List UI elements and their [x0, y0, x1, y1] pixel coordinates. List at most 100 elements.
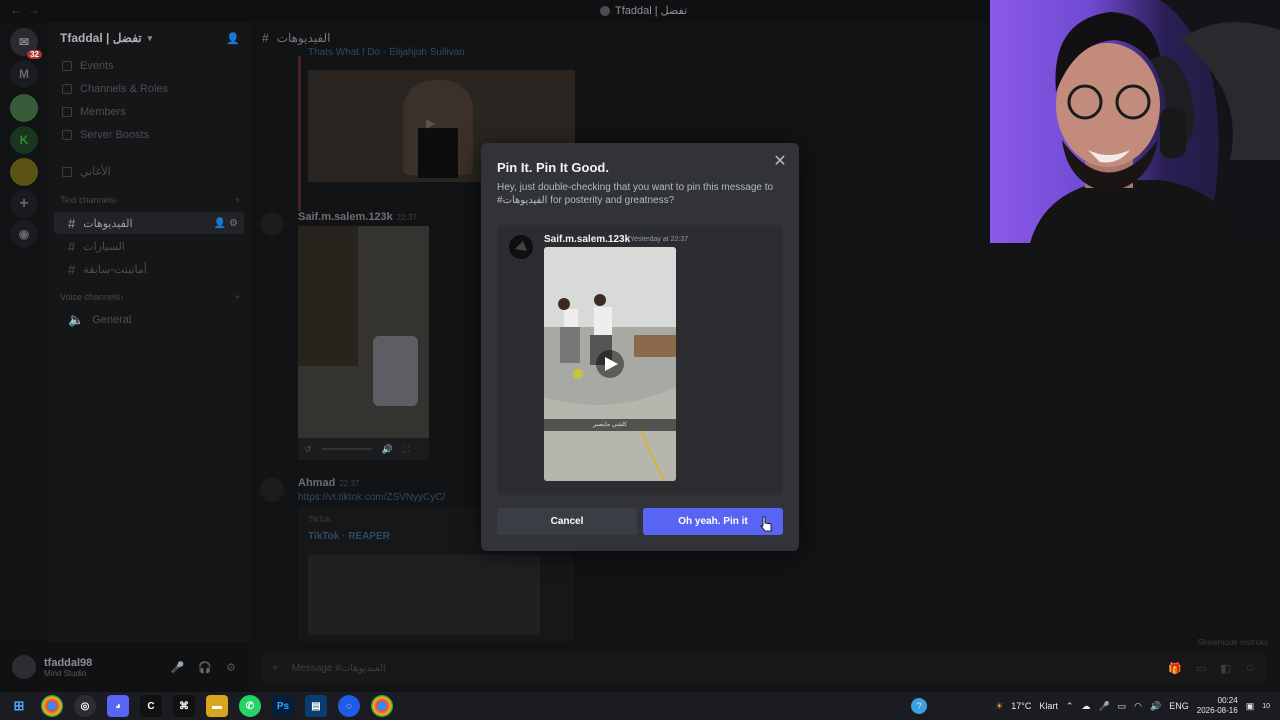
server-icon	[600, 5, 610, 16]
channel-wishes[interactable]: # أمانيتت-سابقة	[54, 258, 244, 280]
sticker-icon[interactable]: ◧	[1220, 662, 1230, 675]
channel-icon	[62, 166, 72, 177]
gear-icon[interactable]: ⚙	[226, 661, 236, 674]
streamer-image	[1030, 0, 1280, 243]
add-attachment-icon[interactable]: +	[272, 663, 278, 674]
chevron-down-icon: ▾	[147, 32, 153, 43]
help-icon[interactable]: ?	[911, 698, 928, 714]
preview-author: Saif.m.salem.123k	[544, 234, 631, 245]
channel-videos[interactable]: # الفيديوهات 👤 ⚙	[54, 212, 244, 234]
cancel-button[interactable]: Cancel	[497, 508, 637, 535]
window-title-text: Tfaddal | تفضل	[615, 5, 688, 17]
gif-icon[interactable]: ▭	[1196, 662, 1206, 675]
server-m-icon[interactable]: M	[10, 60, 38, 88]
discord-icon[interactable]: ◕	[107, 695, 129, 717]
avatar[interactable]	[12, 655, 36, 679]
replay-icon[interactable]: ↺	[304, 444, 312, 455]
chrome-profile-icon[interactable]	[371, 695, 393, 717]
sidebar-item-channels-roles[interactable]: Channels & Roles	[48, 77, 250, 100]
tiktok-link[interactable]: https://vt.tiktok.com/ZSVNyyCyC/	[298, 492, 445, 503]
dialog-description: Hey, just double-checking that you want …	[497, 182, 774, 206]
headphones-icon[interactable]: 🎧	[198, 661, 212, 674]
notifications-icon[interactable]: ▣	[1246, 701, 1255, 712]
volume-icon[interactable]: 🔊	[382, 444, 393, 455]
username: tfaddal98	[44, 656, 93, 669]
avatar[interactable]	[260, 212, 284, 236]
add-server-icon[interactable]: +	[10, 190, 38, 218]
embed-link[interactable]: Thats What I Do - Elijahjoh Sullivan	[308, 47, 465, 58]
gift-icon[interactable]: 🎁	[1168, 662, 1182, 675]
message-preview: Saif.m.salem.123k Yesterday at 22:37 كلش…	[497, 225, 783, 495]
add-channel-icon[interactable]: +	[235, 292, 240, 302]
clock[interactable]: 00:24 2026-08-16	[1197, 696, 1238, 716]
message-author[interactable]: Ahmad 22:37	[298, 477, 359, 489]
server-tfaddal-icon[interactable]	[10, 94, 38, 122]
sidebar-item-events[interactable]: Events	[48, 54, 250, 77]
notification-count: 10	[1262, 702, 1270, 710]
user-status: Mind Studio	[44, 668, 87, 678]
category-text-channels[interactable]: Text channels › +	[48, 189, 250, 211]
app-circle-icon[interactable]: ◌	[338, 695, 360, 717]
microphone-icon[interactable]: 🎤	[1098, 701, 1109, 712]
sidebar-item-server-boosts[interactable]: Server Boosts	[48, 123, 250, 146]
discover-icon[interactable]: ◉	[10, 220, 38, 248]
close-icon[interactable]: ✕	[773, 154, 787, 170]
sidebar-item-hidden-channel[interactable]: الأغاني	[48, 160, 250, 183]
webcam-overlay	[990, 0, 1280, 243]
weather-icon: ☀	[995, 700, 1004, 711]
embed-source: TikTok	[308, 515, 331, 524]
wifi-icon[interactable]: ◠	[1134, 701, 1142, 712]
list-icon	[62, 83, 72, 94]
embed-thumbnail[interactable]	[308, 555, 540, 635]
video-attachment[interactable]: ↺ 🔊 ⛶	[298, 226, 429, 460]
capcut-icon[interactable]: C	[140, 695, 162, 717]
back-arrow-icon[interactable]: ←	[10, 3, 22, 17]
volume-icon[interactable]: 🔊	[1150, 701, 1161, 712]
fullscreen-icon[interactable]: ⛶	[403, 444, 409, 455]
embed-title[interactable]: TikTok · REAPER	[308, 531, 390, 542]
whatsapp-icon[interactable]: ✆	[239, 695, 261, 717]
invite-people-icon[interactable]: 👤	[226, 32, 240, 45]
server-yellow-icon[interactable]	[10, 158, 38, 186]
preview-timestamp: Yesterday at 22:37	[630, 236, 689, 243]
emoji-icon[interactable]: ☺	[1245, 662, 1256, 675]
message-composer[interactable]: + Message #الفيديوهات 🎁 ▭ ◧ ☺	[262, 652, 1266, 684]
system-tray: ? ☀ 17°C Klart ⌃ ☁ 🎤 ▭ ◠ 🔊 ENG 00:24 202…	[911, 692, 1280, 720]
sidebar-item-members[interactable]: Members	[48, 100, 250, 123]
photoshop-icon[interactable]: Ps	[272, 695, 294, 717]
forward-arrow-icon[interactable]: →	[28, 3, 40, 17]
network-icon[interactable]: ☁	[1081, 701, 1090, 712]
direct-messages-icon[interactable]: ✉ 32	[10, 28, 42, 59]
avatar	[509, 235, 533, 259]
message-author[interactable]: Saif.m.salem.123k 22:37	[298, 211, 417, 223]
tray-expand-icon[interactable]: ⌃	[1066, 701, 1074, 712]
app-blue-icon[interactable]: ▤	[305, 695, 327, 717]
chrome-icon[interactable]	[41, 695, 63, 717]
language-indicator[interactable]: ENG	[1169, 701, 1189, 711]
message-input[interactable]: Message #الفيديوهات	[292, 663, 386, 674]
voice-channel-general[interactable]: 🔈 General	[54, 309, 244, 331]
monitor-icon[interactable]: ▭	[1118, 701, 1127, 712]
channel-settings-icon[interactable]: 👤 ⚙	[214, 218, 238, 229]
window-title: Tfaddal | تفضل	[600, 4, 687, 17]
server-header[interactable]: Tfaddal | تفضل ▾ 👤	[48, 22, 250, 54]
server-list: ✉ 32 M K + ◉	[0, 22, 48, 642]
add-channel-icon[interactable]: +	[235, 195, 240, 205]
hashtag-icon: #	[262, 31, 269, 45]
category-voice-channels[interactable]: Voice channels › +	[48, 286, 250, 308]
server-k-icon[interactable]: K	[10, 126, 38, 154]
unread-badge: 32	[27, 50, 42, 59]
capcut-editor-icon[interactable]: ⌘	[173, 695, 195, 717]
microphone-icon[interactable]: 🎤	[171, 661, 185, 674]
windows-start-icon[interactable]: ⊞	[8, 695, 30, 717]
play-icon[interactable]: ▶	[426, 116, 435, 130]
obs-icon[interactable]: ◎	[74, 695, 96, 717]
file-explorer-icon[interactable]: ▬	[206, 695, 228, 717]
avatar[interactable]	[260, 478, 284, 502]
time: 00:24	[1217, 696, 1238, 705]
channel-cars[interactable]: # السيارات	[54, 235, 244, 257]
video-progress-bar[interactable]	[321, 448, 372, 450]
weather-text: Klart	[1039, 701, 1058, 711]
calendar-icon	[62, 60, 72, 71]
video-caption: كلشي مايصير	[593, 422, 627, 428]
